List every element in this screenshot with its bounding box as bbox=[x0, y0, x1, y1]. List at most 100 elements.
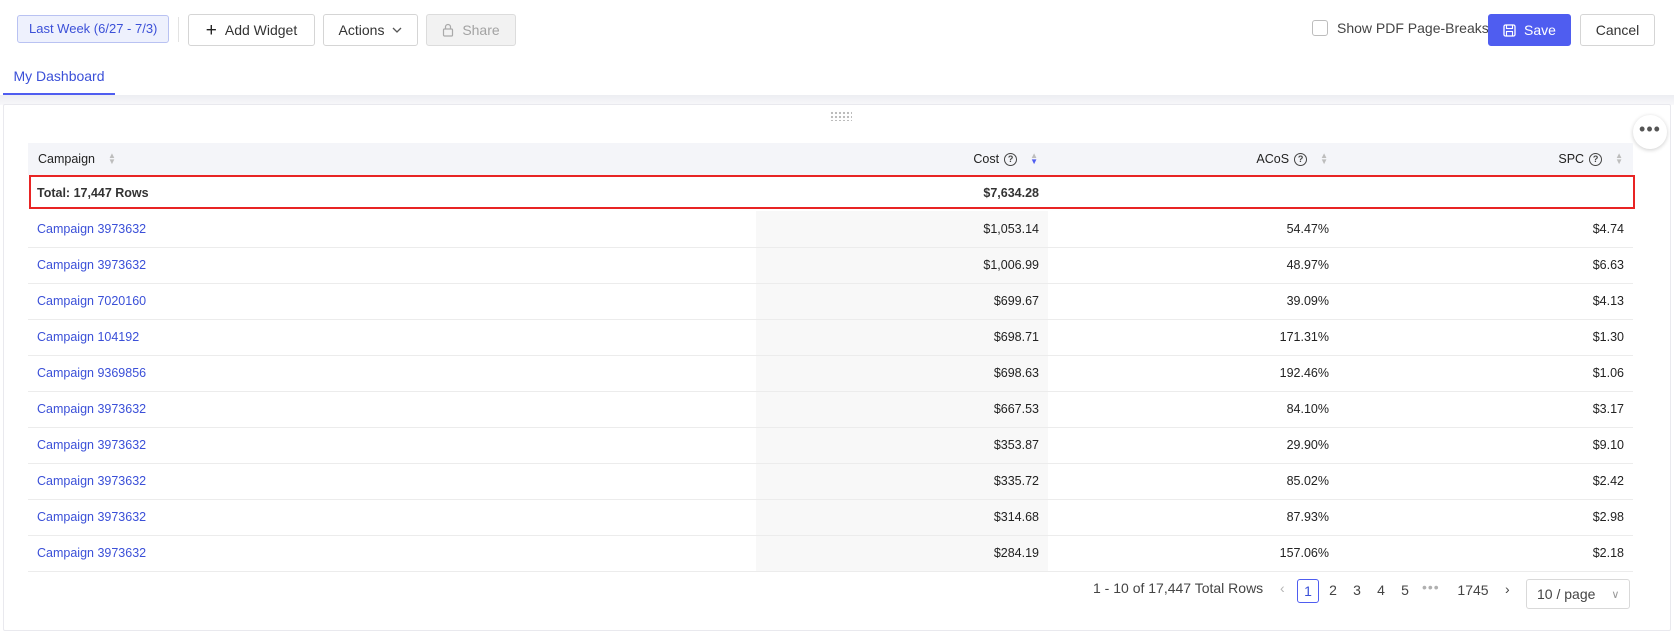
pagination-summary: 1 - 10 of 17,447 Total Rows bbox=[1093, 580, 1264, 596]
table-row: Campaign 3973632 $314.68 87.93% $2.98 bbox=[28, 499, 1633, 536]
table-row: Campaign 3973632 $335.72 85.02% $2.42 bbox=[28, 463, 1633, 500]
help-icon[interactable]: ? bbox=[1294, 152, 1308, 166]
table-row: Campaign 3973632 $353.87 29.90% $9.10 bbox=[28, 427, 1633, 464]
total-row-highlight bbox=[29, 175, 1635, 209]
spc-cell: $9.10 bbox=[1338, 427, 1633, 464]
page-button-last[interactable]: 1745 bbox=[1453, 579, 1493, 603]
share-label: Share bbox=[462, 22, 500, 38]
cost-cell: $353.87 bbox=[756, 427, 1048, 464]
column-header-cost[interactable]: Cost ? ▲ ▼ bbox=[756, 143, 1048, 175]
sort-icon[interactable]: ▲ ▼ bbox=[108, 152, 116, 166]
acos-cell: 48.97% bbox=[1048, 247, 1338, 284]
spc-cell: $2.42 bbox=[1338, 463, 1633, 500]
cost-cell: $314.68 bbox=[756, 499, 1048, 536]
pdf-page-breaks-label: Show PDF Page-Breaks bbox=[1337, 20, 1489, 36]
page-button-2[interactable]: 2 bbox=[1322, 579, 1344, 603]
share-button[interactable]: Share bbox=[426, 14, 516, 46]
acos-cell: 84.10% bbox=[1048, 391, 1338, 428]
page-button-5[interactable]: 5 bbox=[1394, 579, 1416, 603]
cost-cell: $284.19 bbox=[756, 535, 1048, 572]
acos-cell: 157.06% bbox=[1048, 535, 1338, 572]
column-header-spc[interactable]: SPC ? ▲ ▼ bbox=[1338, 143, 1633, 175]
table-widget: ••• Campaign ▲ ▼ Cost ? ▲ ▼ ACoS ? ▲ ▼ S… bbox=[3, 104, 1671, 631]
date-range-button[interactable]: Last Week (6/27 - 7/3) bbox=[17, 15, 170, 43]
cancel-button[interactable]: Cancel bbox=[1580, 14, 1655, 46]
campaign-link[interactable]: Campaign 3973632 bbox=[28, 391, 756, 428]
cost-cell: $698.71 bbox=[756, 319, 1048, 356]
actions-dropdown[interactable]: Actions bbox=[323, 14, 418, 46]
acos-cell: 54.47% bbox=[1048, 211, 1338, 248]
page-button-3[interactable]: 3 bbox=[1346, 579, 1368, 603]
save-icon bbox=[1503, 23, 1516, 37]
acos-cell: 87.93% bbox=[1048, 499, 1338, 536]
table-row: Campaign 7020160 $699.67 39.09% $4.13 bbox=[28, 283, 1633, 320]
spc-cell: $4.74 bbox=[1338, 211, 1633, 248]
spc-cell: $6.63 bbox=[1338, 247, 1633, 284]
chevron-down-icon: ∨ bbox=[1611, 588, 1620, 601]
campaign-link[interactable]: Campaign 9369856 bbox=[28, 355, 756, 392]
page-button-1[interactable]: 1 bbox=[1297, 579, 1319, 603]
save-label: Save bbox=[1524, 22, 1556, 38]
pdf-page-breaks-checkbox[interactable] bbox=[1312, 20, 1328, 36]
cost-cell: $1,053.14 bbox=[756, 211, 1048, 248]
table-row: Campaign 9369856 $698.63 192.46% $1.06 bbox=[28, 355, 1633, 392]
chevron-down-icon bbox=[392, 27, 402, 33]
campaign-link[interactable]: Campaign 3973632 bbox=[28, 499, 756, 536]
column-label: Cost bbox=[973, 152, 1000, 166]
sort-icon[interactable]: ▲ ▼ bbox=[1615, 152, 1623, 166]
more-horizontal-icon[interactable]: ••• bbox=[1633, 115, 1667, 149]
actions-label: Actions bbox=[338, 22, 385, 38]
acos-cell: 39.09% bbox=[1048, 283, 1338, 320]
spc-cell: $1.30 bbox=[1338, 319, 1633, 356]
acos-cell: 192.46% bbox=[1048, 355, 1338, 392]
table-row: Campaign 104192 $698.71 171.31% $1.30 bbox=[28, 319, 1633, 356]
column-label: Campaign bbox=[38, 152, 95, 166]
plus-icon: + bbox=[205, 19, 217, 41]
save-button[interactable]: Save bbox=[1488, 14, 1571, 46]
cost-cell: $699.67 bbox=[756, 283, 1048, 320]
cost-cell: $335.72 bbox=[756, 463, 1048, 500]
help-icon[interactable]: ? bbox=[1004, 152, 1018, 166]
table-row: Campaign 3973632 $1,053.14 54.47% $4.74 bbox=[28, 211, 1633, 248]
page-size-value: 10 / page bbox=[1537, 586, 1596, 602]
page-size-select[interactable]: 10 / page ∨ bbox=[1526, 579, 1630, 609]
table-header-row: Campaign ▲ ▼ Cost ? ▲ ▼ ACoS ? ▲ ▼ SPC ? ▲ ▼ bbox=[28, 143, 1633, 175]
campaign-link[interactable]: Campaign 3973632 bbox=[28, 427, 756, 464]
chevron-left-icon[interactable]: ‹ bbox=[1280, 580, 1285, 596]
add-widget-label: Add Widget bbox=[224, 22, 298, 38]
table-row: Campaign 3973632 $284.19 157.06% $2.18 bbox=[28, 535, 1633, 572]
campaign-link[interactable]: Campaign 3973632 bbox=[28, 211, 756, 248]
cost-cell: $698.63 bbox=[756, 355, 1048, 392]
dashboard-toolbar: Last Week (6/27 - 7/3) + Add Widget Acti… bbox=[0, 0, 1674, 60]
pagination: 1 - 10 of 17,447 Total Rows ‹ 1 2 3 4 5 … bbox=[0, 575, 1674, 609]
spc-cell: $2.98 bbox=[1338, 499, 1633, 536]
sort-icon[interactable]: ▲ ▼ bbox=[1320, 152, 1328, 166]
column-label: ACoS bbox=[1256, 152, 1290, 166]
campaign-link[interactable]: Campaign 3973632 bbox=[28, 463, 756, 500]
ellipsis-icon[interactable]: ••• bbox=[1422, 579, 1440, 595]
tab-my-dashboard[interactable]: My Dashboard bbox=[3, 60, 115, 95]
page-button-4[interactable]: 4 bbox=[1370, 579, 1392, 603]
acos-cell: 171.31% bbox=[1048, 319, 1338, 356]
lock-icon bbox=[443, 23, 454, 37]
drag-handle-icon[interactable] bbox=[830, 111, 852, 121]
pdf-page-breaks-toggle[interactable]: Show PDF Page-Breaks bbox=[1312, 20, 1489, 36]
campaign-link[interactable]: Campaign 3973632 bbox=[28, 247, 756, 284]
chevron-right-icon[interactable]: › bbox=[1505, 581, 1510, 597]
acos-cell: 29.90% bbox=[1048, 427, 1338, 464]
spc-cell: $4.13 bbox=[1338, 283, 1633, 320]
table-row: Campaign 3973632 $667.53 84.10% $3.17 bbox=[28, 391, 1633, 428]
add-widget-button[interactable]: + Add Widget bbox=[188, 14, 315, 46]
spc-cell: $3.17 bbox=[1338, 391, 1633, 428]
acos-cell: 85.02% bbox=[1048, 463, 1338, 500]
column-header-acos[interactable]: ACoS ? ▲ ▼ bbox=[1048, 143, 1338, 175]
column-header-campaign[interactable]: Campaign ▲ ▼ bbox=[28, 143, 756, 175]
spc-cell: $2.18 bbox=[1338, 535, 1633, 572]
campaign-link[interactable]: Campaign 104192 bbox=[28, 319, 756, 356]
cost-cell: $1,006.99 bbox=[756, 247, 1048, 284]
help-icon[interactable]: ? bbox=[1589, 152, 1603, 166]
campaign-link[interactable]: Campaign 7020160 bbox=[28, 283, 756, 320]
sort-icon[interactable]: ▲ ▼ bbox=[1030, 152, 1038, 166]
campaign-link[interactable]: Campaign 3973632 bbox=[28, 535, 756, 572]
table-row: Campaign 3973632 $1,006.99 48.97% $6.63 bbox=[28, 247, 1633, 284]
